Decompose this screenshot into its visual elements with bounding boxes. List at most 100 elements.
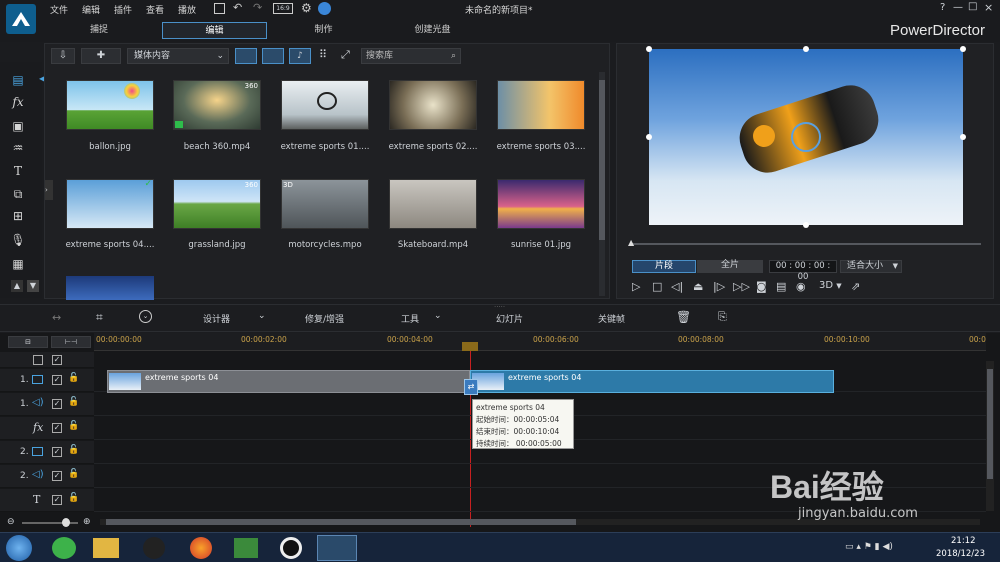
- storyboard-mode-button[interactable]: ⊢⊣: [51, 336, 91, 348]
- zoom-slider-handle[interactable]: [62, 518, 70, 527]
- resize-handle[interactable]: [646, 134, 652, 140]
- track-enable-checkbox[interactable]: ✓: [52, 399, 62, 409]
- redo-icon[interactable]: ↷: [253, 1, 262, 14]
- powerdirector-taskbar-icon[interactable]: [317, 535, 357, 561]
- account-icon[interactable]: [318, 2, 331, 15]
- chapter-room-icon[interactable]: ▦: [10, 256, 26, 272]
- timeline-mode-button[interactable]: ⊟: [8, 336, 48, 348]
- media-item[interactable]: [497, 80, 585, 130]
- zoom-out-icon[interactable]: ⊖: [7, 517, 15, 527]
- track-manager-icon[interactable]: ↔: [52, 311, 61, 324]
- media-item[interactable]: [389, 179, 477, 229]
- rotate-handle-icon[interactable]: [791, 122, 821, 152]
- zoom-in-icon[interactable]: ⊕: [83, 517, 91, 527]
- chevron-down-icon[interactable]: ⌄: [258, 311, 266, 321]
- scrubber-handle-icon[interactable]: ▲: [628, 238, 634, 247]
- volume-icon[interactable]: ◉: [796, 280, 806, 293]
- pip-room-icon[interactable]: ▣: [10, 118, 26, 134]
- minimize-button[interactable]: —: [953, 2, 963, 13]
- filter-image-icon[interactable]: [262, 48, 284, 64]
- tab-produce[interactable]: 制作: [276, 22, 371, 39]
- track-enable-checkbox[interactable]: ✓: [52, 375, 62, 385]
- grid-view-icon[interactable]: ⠿: [319, 48, 327, 61]
- playhead-marker-icon[interactable]: [462, 342, 478, 351]
- keyframe-button[interactable]: 关键帧: [598, 312, 625, 325]
- scroll-down-icon[interactable]: ▼: [27, 280, 39, 292]
- media-item[interactable]: 3D: [281, 179, 369, 229]
- plugin-icon[interactable]: ✚: [81, 48, 121, 64]
- fix-enhance-button[interactable]: 修复/增强: [305, 312, 344, 325]
- menu-view[interactable]: 查看: [146, 3, 164, 16]
- media-item[interactable]: 360: [173, 80, 261, 130]
- media-item[interactable]: ✓: [66, 179, 154, 229]
- media-item[interactable]: [389, 80, 477, 130]
- expand-icon[interactable]: ⤢: [341, 48, 350, 62]
- media-scrollbar[interactable]: [599, 72, 605, 296]
- effects-room-icon[interactable]: fx: [10, 94, 26, 110]
- media-item[interactable]: [497, 179, 585, 229]
- snapshot-icon[interactable]: ◙: [756, 280, 767, 293]
- menu-plugins[interactable]: 插件: [114, 3, 132, 16]
- chevron-down-icon[interactable]: ⌄: [434, 311, 442, 321]
- search-input[interactable]: 搜索库 ⌕: [361, 48, 461, 64]
- split-icon[interactable]: ⏏: [693, 280, 703, 293]
- lock-icon[interactable]: 🔓: [68, 373, 79, 383]
- firefox-icon[interactable]: [190, 537, 212, 559]
- qq-icon[interactable]: [143, 537, 165, 559]
- help-button[interactable]: ?: [940, 2, 945, 13]
- track-enable-checkbox[interactable]: ✓: [52, 471, 62, 481]
- media-item[interactable]: [66, 80, 154, 130]
- audio-mixing-icon[interactable]: ⊞: [10, 208, 26, 224]
- lock-icon[interactable]: 🔓: [68, 493, 79, 503]
- audio-adjust-icon[interactable]: ⌄: [139, 310, 152, 323]
- scroll-up-icon[interactable]: ▲: [11, 280, 23, 292]
- track-enable-checkbox[interactable]: ✓: [52, 423, 62, 433]
- file-explorer-icon[interactable]: [93, 538, 119, 558]
- resize-handle[interactable]: [960, 134, 966, 140]
- particle-room-icon[interactable]: ♒: [10, 140, 26, 156]
- designer-button[interactable]: 设计器: [203, 312, 230, 325]
- transition-room-icon[interactable]: ⧉: [10, 186, 26, 202]
- timecode-display[interactable]: 00 : 00 : 00 : 00: [769, 260, 837, 282]
- media-content-dropdown[interactable]: 媒体内容 ⌄: [127, 48, 229, 64]
- tab-edit[interactable]: 编辑: [162, 22, 267, 39]
- resize-handle[interactable]: [803, 222, 809, 228]
- trash-icon[interactable]: 🗑: [676, 310, 691, 324]
- 3d-mode-button[interactable]: 3D ▼: [819, 280, 842, 291]
- preview-scrubber[interactable]: [631, 243, 981, 245]
- tab-capture[interactable]: 捕捉: [54, 22, 144, 39]
- settings-icon[interactable]: ⚙: [301, 1, 312, 15]
- lock-icon[interactable]: 🔓: [68, 397, 79, 407]
- resize-handle[interactable]: [960, 46, 966, 52]
- track-enable-checkbox[interactable]: ✓: [52, 495, 62, 505]
- panel-expand-icon[interactable]: ›: [45, 180, 53, 200]
- maximize-button[interactable]: □: [968, 1, 977, 12]
- menu-edit[interactable]: 编辑: [82, 3, 100, 16]
- timeline-clip-selected[interactable]: extreme sports 04: [470, 370, 834, 393]
- next-frame-icon[interactable]: |▷: [713, 280, 725, 293]
- track-select-checkbox[interactable]: [33, 355, 43, 365]
- undock-icon[interactable]: ⇗: [851, 280, 860, 293]
- resize-handle[interactable]: [803, 46, 809, 52]
- menu-file[interactable]: 文件: [50, 3, 68, 16]
- timeline-clip[interactable]: extreme sports 04: [107, 370, 470, 393]
- media-item[interactable]: [281, 80, 369, 130]
- filter-video-icon[interactable]: [235, 48, 257, 64]
- resize-handle[interactable]: [646, 46, 652, 52]
- title-room-icon[interactable]: T: [10, 163, 26, 179]
- lock-icon[interactable]: 🔓: [68, 445, 79, 455]
- taskbar-app-icon[interactable]: [52, 537, 76, 559]
- movie-mode-button[interactable]: 全片: [697, 260, 763, 273]
- clip-mode-button[interactable]: 片段: [632, 260, 696, 273]
- prev-frame-icon[interactable]: ◁|: [671, 280, 683, 293]
- play-icon[interactable]: ▷: [632, 280, 640, 293]
- undo-icon[interactable]: ↶: [233, 1, 242, 14]
- record-icon[interactable]: [280, 537, 302, 559]
- media-app-icon[interactable]: [234, 538, 258, 558]
- lock-icon[interactable]: 🔓: [68, 469, 79, 479]
- track-enable-checkbox[interactable]: ✓: [52, 355, 62, 365]
- track-enable-checkbox[interactable]: ✓: [52, 447, 62, 457]
- preview-frame[interactable]: [649, 49, 963, 225]
- stop-icon[interactable]: □: [652, 280, 662, 293]
- voiceover-icon[interactable]: 🎙: [10, 232, 26, 248]
